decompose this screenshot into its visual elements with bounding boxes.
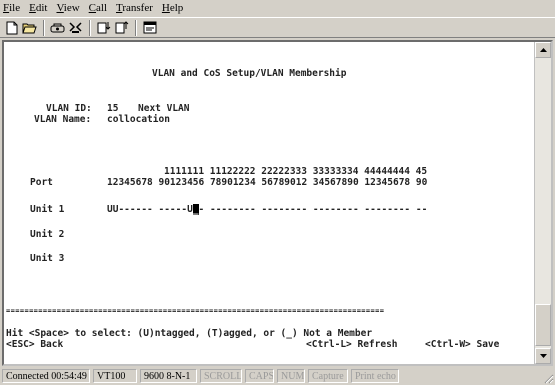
toolbar bbox=[0, 17, 555, 38]
new-icon[interactable] bbox=[3, 20, 20, 36]
port-header-units: 12345678 90123456 78901234 56789012 3456… bbox=[107, 177, 428, 188]
unit-1-membership-row[interactable]: UU------ -----U_- -------- -------- ----… bbox=[107, 204, 427, 215]
membership-cells[interactable]: - -------- -------- -------- -------- -- bbox=[199, 204, 428, 215]
unit-1-label: Unit 1 bbox=[30, 204, 65, 215]
scroll-down-arrow-icon[interactable] bbox=[535, 348, 551, 364]
send-icon[interactable] bbox=[95, 20, 112, 36]
next-vlan-option[interactable]: Next VLAN bbox=[138, 103, 189, 114]
scroll-up-arrow-icon[interactable] bbox=[535, 42, 551, 58]
menu-help[interactable]: Help bbox=[162, 2, 183, 14]
terminal-frame: VLAN and CoS Setup/VLAN Membership VLAN … bbox=[2, 40, 553, 366]
receive-icon[interactable] bbox=[113, 20, 130, 36]
toolbar-separator bbox=[43, 19, 45, 36]
properties-icon[interactable] bbox=[141, 20, 158, 36]
separator-line: ========================================… bbox=[6, 307, 385, 315]
save-option[interactable]: <Ctrl-W> Save bbox=[425, 339, 499, 350]
menu-view[interactable]: View bbox=[56, 2, 79, 14]
port-label: Port bbox=[30, 177, 53, 188]
help-line: Hit <Space> to select: (U)ntagged, (T)ag… bbox=[6, 328, 373, 339]
connect-icon[interactable] bbox=[49, 20, 66, 36]
menu-call[interactable]: Call bbox=[89, 2, 107, 14]
toolbar-separator bbox=[89, 19, 91, 36]
vertical-scrollbar[interactable] bbox=[534, 42, 551, 364]
open-icon[interactable] bbox=[21, 20, 38, 36]
port-header-tens: 1111111 11122222 22222333 33333334 44444… bbox=[164, 166, 428, 177]
capture-indicator: Capture bbox=[308, 369, 348, 383]
status-bar: Connected 00:54:49 VT100 9600 8-N-1 SCRO… bbox=[0, 367, 555, 385]
screen-title: VLAN and CoS Setup/VLAN Membership bbox=[152, 68, 347, 79]
esc-back-option[interactable]: <ESC> Back bbox=[6, 339, 63, 350]
connection-time: Connected 00:54:49 bbox=[2, 369, 90, 383]
scroll-indicator: SCROLL bbox=[200, 369, 242, 383]
refresh-option[interactable]: <Ctrl-L> Refresh bbox=[306, 339, 398, 350]
emulation-type: VT100 bbox=[93, 369, 137, 383]
membership-cells[interactable]: UU------ -----U bbox=[107, 204, 193, 215]
menu-edit[interactable]: Edit bbox=[29, 2, 47, 14]
unit-3-label: Unit 3 bbox=[30, 253, 65, 264]
menu-file[interactable]: File bbox=[3, 2, 20, 14]
terminal-screen[interactable]: VLAN and CoS Setup/VLAN Membership VLAN … bbox=[4, 42, 534, 364]
num-indicator: NUM bbox=[277, 369, 305, 383]
menu-transfer[interactable]: Transfer bbox=[116, 2, 153, 14]
port-settings: 9600 8-N-1 bbox=[140, 369, 197, 383]
menu-bar: File Edit View Call Transfer Help bbox=[0, 0, 555, 16]
disconnect-icon[interactable] bbox=[67, 20, 84, 36]
caps-indicator: CAPS bbox=[245, 369, 274, 383]
print-echo-indicator: Print echo bbox=[351, 369, 399, 383]
vlan-name-label: VLAN Name: bbox=[34, 114, 92, 125]
vlan-name-value[interactable]: collocation bbox=[107, 114, 170, 125]
scrollbar-thumb[interactable] bbox=[535, 304, 551, 346]
toolbar-separator bbox=[135, 19, 137, 36]
resize-grip-icon[interactable] bbox=[542, 372, 554, 384]
unit-2-label: Unit 2 bbox=[30, 229, 65, 240]
vlan-id-value[interactable]: 15 bbox=[107, 103, 118, 114]
vlan-id-label: VLAN ID: bbox=[46, 103, 92, 114]
